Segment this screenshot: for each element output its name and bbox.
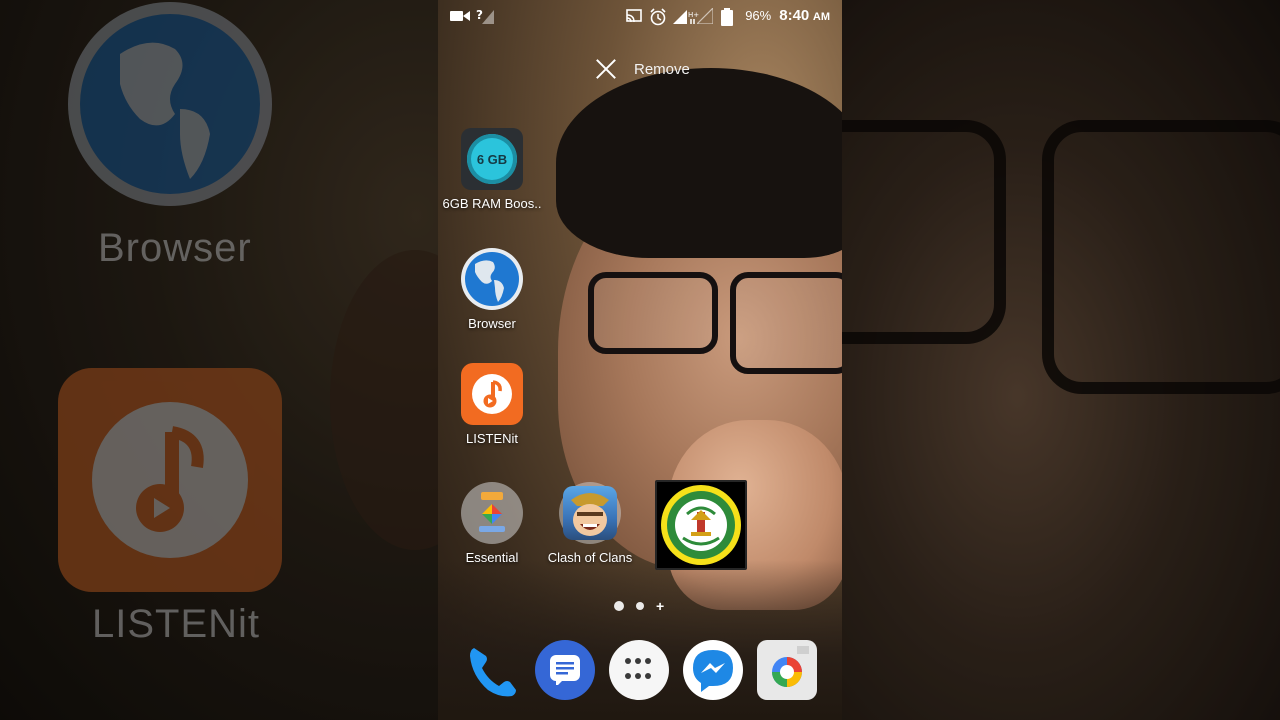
page-dot-2[interactable] xyxy=(636,602,644,610)
music-note-icon xyxy=(461,363,523,425)
app-school-seal[interactable] xyxy=(655,480,747,570)
app-label-essential: Essential xyxy=(465,550,519,565)
camera-icon xyxy=(761,646,813,692)
wallpaper-glasses-right xyxy=(730,272,842,374)
app-label-listenit: LISTENit xyxy=(465,431,518,446)
clock: 8:40 AM xyxy=(779,7,830,24)
ram-booster-icon: 6 GB xyxy=(461,128,523,190)
video-camera-icon xyxy=(450,8,470,24)
app-label-clash-of-clans: Clash of Clans xyxy=(547,550,633,565)
messages-icon xyxy=(550,655,580,687)
wallpaper-hair xyxy=(556,68,842,258)
folder-icon xyxy=(461,482,523,544)
school-seal-icon xyxy=(661,485,741,565)
remove-label: Remove xyxy=(634,60,690,78)
blurred-background-right xyxy=(842,0,1280,720)
app-browser[interactable]: Browser xyxy=(442,248,542,331)
signal-empty-icon xyxy=(695,6,714,25)
phone-home-screen: ? H+ 96% 8:40 AM Remove 6 GB 6GB RAM Boo… xyxy=(438,0,842,720)
page-dot-1[interactable] xyxy=(614,601,624,611)
alarm-icon xyxy=(649,7,666,25)
app-label-ram-booster: 6GB RAM Boos.. xyxy=(442,196,542,211)
dock-phone[interactable] xyxy=(462,640,522,700)
app-label-browser: Browser xyxy=(468,316,516,331)
ram-booster-icon-text: 6 GB xyxy=(467,134,517,184)
dock-camera[interactable] xyxy=(757,640,817,700)
clash-of-clans-icon xyxy=(559,482,621,544)
wallpaper-glasses-left xyxy=(588,272,718,354)
dock-messages[interactable] xyxy=(535,640,595,700)
dock-messenger[interactable] xyxy=(683,640,743,700)
clock-time: 8:40 xyxy=(779,7,810,24)
phone-icon xyxy=(470,648,516,697)
app-folder-essential[interactable]: Essential xyxy=(442,482,542,565)
battery-icon xyxy=(721,7,737,26)
dock-app-drawer[interactable] xyxy=(609,640,669,700)
cast-icon xyxy=(625,8,643,24)
close-icon xyxy=(594,57,618,81)
status-bar: ? H+ 96% 8:40 AM xyxy=(438,0,842,34)
signal-h-plus-icon: H+ xyxy=(673,8,699,24)
globe-icon xyxy=(461,248,523,310)
app-listenit[interactable]: LISTENit xyxy=(442,363,542,446)
dock xyxy=(438,636,842,706)
page-indicator[interactable]: + xyxy=(614,599,664,613)
app-drawer-icon xyxy=(625,658,653,682)
messenger-icon xyxy=(693,650,733,692)
app-clash-of-clans[interactable]: Clash of Clans xyxy=(540,482,640,565)
battery-percent: 96% xyxy=(745,8,772,23)
svg-text:?: ? xyxy=(476,8,483,22)
add-page-icon[interactable]: + xyxy=(656,599,664,613)
remove-drop-target[interactable]: Remove xyxy=(594,54,690,84)
no-signal-icon: ? xyxy=(476,8,494,24)
app-ram-booster[interactable]: 6 GB 6GB RAM Boos.. xyxy=(442,128,542,211)
clock-ampm: AM xyxy=(812,11,830,23)
blurred-background-left: Browser LISTENit xyxy=(0,0,438,720)
